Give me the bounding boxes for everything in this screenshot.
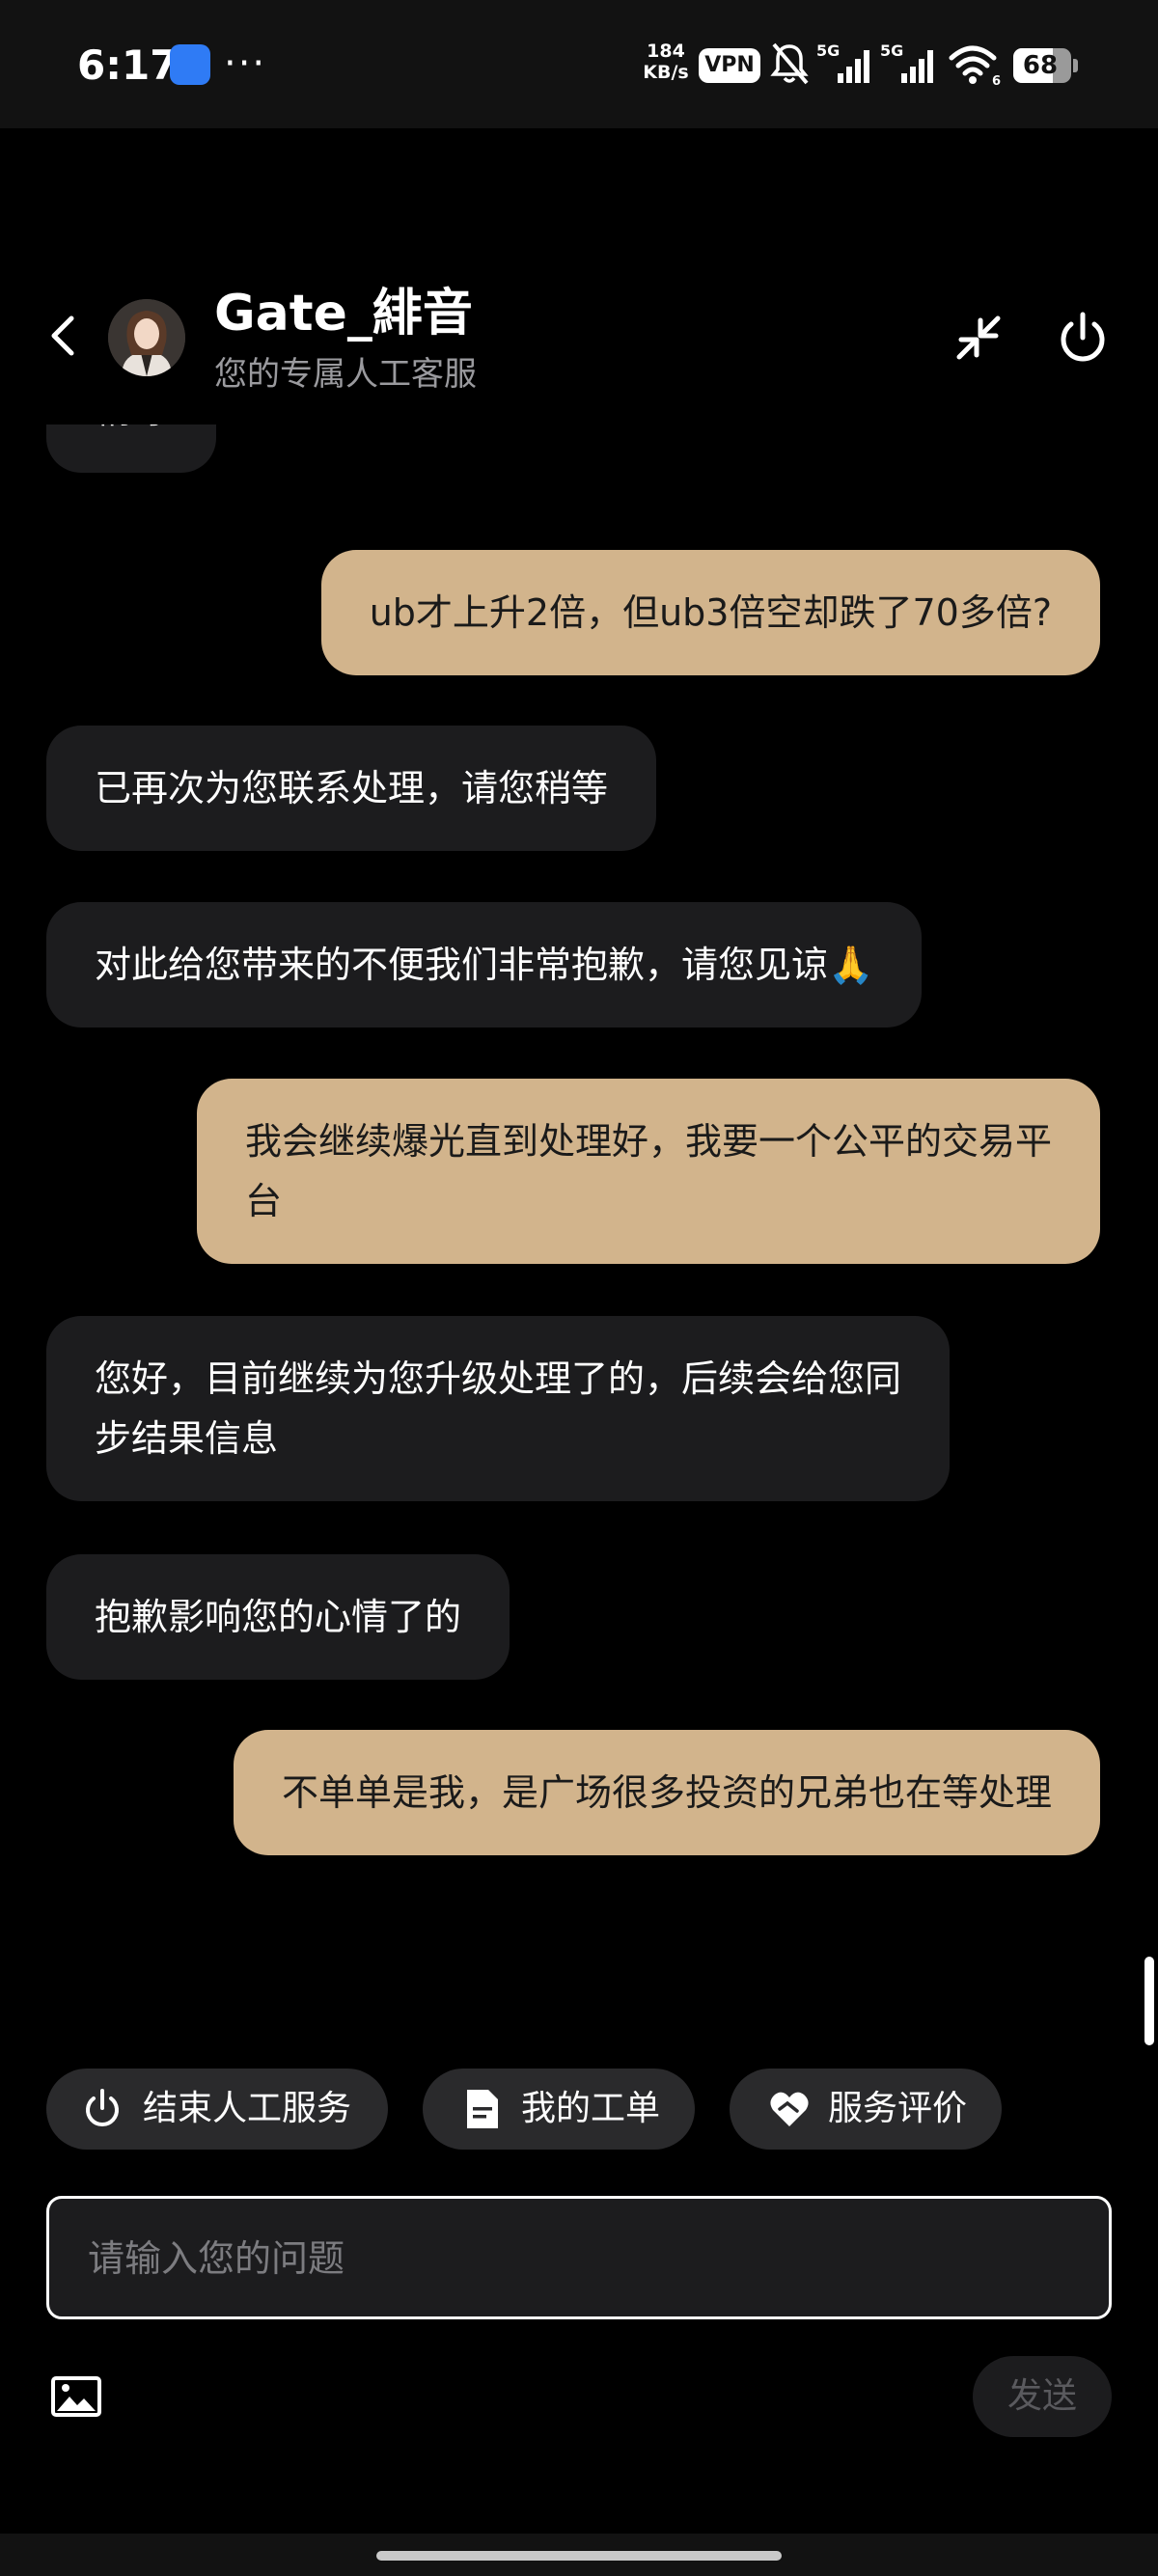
message-input[interactable] xyxy=(86,2199,1055,2318)
rate-service-label: 服务评价 xyxy=(828,2089,968,2128)
signal-5g-1-icon: 5G xyxy=(816,41,869,83)
app-notification-icon xyxy=(170,44,210,85)
network-speed-unit: KB/s xyxy=(643,62,689,83)
message-bubble-user: 不单单是我，是广场很多投资的兄弟也在等处理 xyxy=(233,1730,1100,1855)
wifi-icon: 6 xyxy=(949,45,1001,87)
agent-subtitle: 您的专属人工客服 xyxy=(214,355,477,394)
battery-level: 68 xyxy=(1022,51,1059,80)
home-gesture-bar[interactable] xyxy=(376,2551,782,2561)
svg-text:6: 6 xyxy=(992,74,1001,87)
svg-text:5G: 5G xyxy=(880,41,903,60)
rate-service-button[interactable]: 服务评价 xyxy=(730,2069,1002,2150)
agent-name: Gate_緋音 xyxy=(214,285,473,343)
heart-handshake-icon xyxy=(770,2092,809,2126)
signal-5g-2-icon: 5G xyxy=(880,41,933,83)
message-bubble-user: 我会继续爆光直到处理好，我要一个公平的交易平 台 xyxy=(196,1079,1100,1264)
my-tickets-button[interactable]: 我的工单 xyxy=(423,2069,695,2150)
image-upload-icon[interactable] xyxy=(50,2375,102,2418)
message-bubble-user: ub才上升2倍，但ub3倍空却跌了70多倍? xyxy=(320,550,1100,675)
message-bubble-agent: 您好，目前继续为您升级处理了的，后续会给您同 步结果信息 xyxy=(46,1316,951,1501)
battery-icon: 68 xyxy=(1013,48,1071,83)
send-button[interactable]: 发送 xyxy=(973,2356,1112,2437)
message-bubble-agent: 对此给您带来的不便我们非常抱歉，请您见谅🙏 xyxy=(46,902,923,1028)
agent-avatar xyxy=(108,299,185,376)
end-service-button[interactable]: 结束人工服务 xyxy=(46,2069,388,2150)
network-speed: 184 KB/s xyxy=(641,41,691,83)
power-icon xyxy=(86,2089,119,2126)
status-time: 6:17 xyxy=(77,41,179,89)
quick-actions: 结束人工服务 我的工单 服务评价 xyxy=(0,2069,1158,2150)
chat-header: Gate_緋音 您的专属人工客服 xyxy=(0,260,1158,425)
vpn-badge: VPN xyxy=(699,48,760,83)
end-service-label: 结束人工服务 xyxy=(143,2089,352,2128)
status-bar: 6:17 ··· 184 KB/s VPN 5G 5G 6 68 xyxy=(0,0,1158,128)
more-notifications-icon: ··· xyxy=(224,41,267,86)
mute-bell-icon xyxy=(770,42,809,85)
message-list[interactable]: 稍等 ub才上升2倍，但ub3倍空却跌了70多倍? 已再次为您联系处理，请您稍等… xyxy=(0,405,1158,2026)
network-speed-value: 184 xyxy=(647,41,685,62)
document-icon xyxy=(467,2090,498,2128)
my-tickets-label: 我的工单 xyxy=(521,2089,661,2128)
navigation-area xyxy=(0,2534,1158,2576)
scrollbar-thumb[interactable] xyxy=(1144,1957,1154,2045)
power-icon[interactable] xyxy=(1056,311,1110,365)
message-bubble-agent: 已再次为您联系处理，请您稍等 xyxy=(46,726,657,851)
svg-text:5G: 5G xyxy=(816,41,840,60)
minimize-icon[interactable] xyxy=(953,313,1004,363)
back-arrow-icon[interactable] xyxy=(42,309,85,363)
battery-tip xyxy=(1073,59,1078,72)
message-bubble-agent: 抱歉影响您的心情了的 xyxy=(46,1554,510,1680)
message-input-box[interactable] xyxy=(46,2196,1112,2319)
